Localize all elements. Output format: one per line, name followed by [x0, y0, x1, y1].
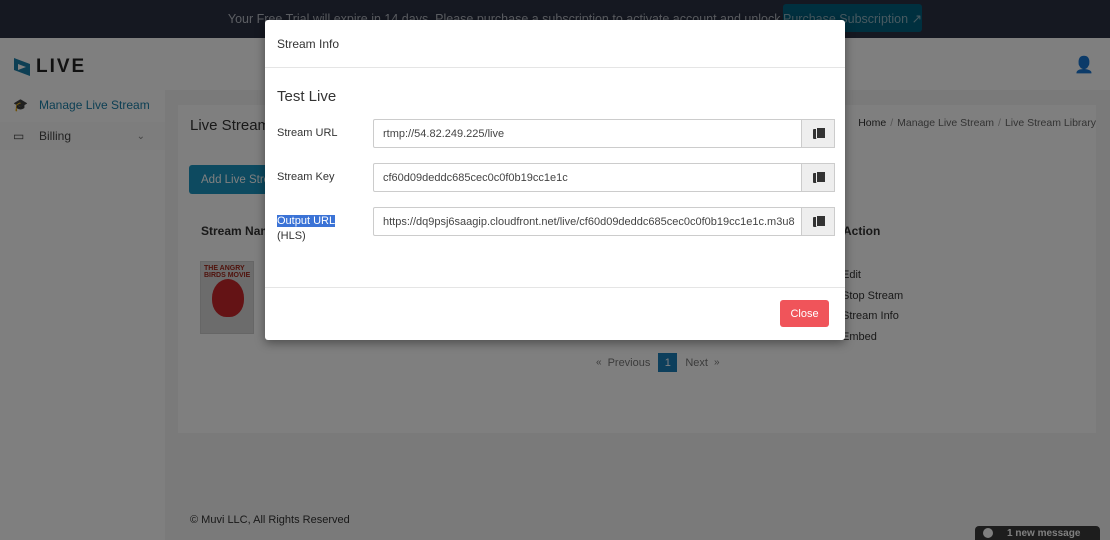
stream-url-row: Stream URL rtmp://54.82.249.225/live — [277, 119, 835, 149]
stream-info-modal: Stream Info Test Live Stream URL rtmp://… — [265, 20, 845, 340]
output-url-field[interactable]: https://dq9psj6saagip.cloudfront.net/liv… — [373, 207, 802, 236]
output-url-sublabel: (HLS) — [277, 230, 306, 242]
copy-icon — [812, 127, 826, 140]
copy-stream-url-button[interactable] — [802, 119, 835, 148]
modal-stream-title: Test Live — [277, 88, 337, 105]
stream-key-field[interactable]: cf60d09deddc685cec0c0f0b19cc1e1c — [373, 163, 802, 192]
copy-stream-key-button[interactable] — [802, 163, 835, 192]
output-url-label: Output URL (HLS) — [277, 214, 336, 244]
stream-url-label: Stream URL — [277, 127, 338, 139]
stream-key-row: Stream Key cf60d09deddc685cec0c0f0b19cc1… — [277, 163, 835, 193]
modal-header: Stream Info — [265, 20, 845, 68]
copy-output-url-button[interactable] — [802, 207, 835, 236]
stream-url-field[interactable]: rtmp://54.82.249.225/live — [373, 119, 802, 148]
close-button[interactable]: Close — [780, 300, 829, 327]
stream-key-label: Stream Key — [277, 171, 335, 183]
output-url-label-text: Output URL — [277, 215, 336, 227]
output-url-row: Output URL (HLS) https://dq9psj6saagip.c… — [277, 207, 835, 242]
copy-icon — [812, 171, 826, 184]
copy-icon — [812, 215, 826, 228]
modal-footer-divider — [265, 287, 845, 288]
